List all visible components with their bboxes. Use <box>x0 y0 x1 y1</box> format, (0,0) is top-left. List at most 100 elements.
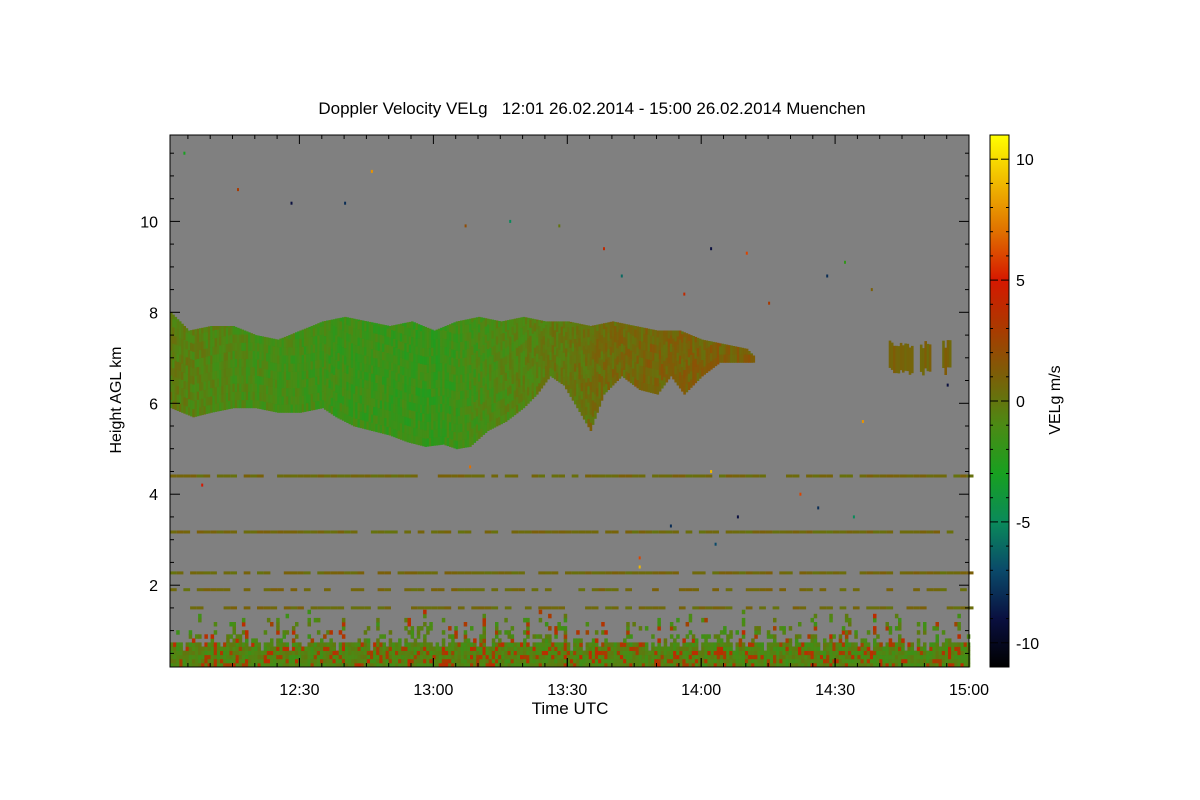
cloud-cell <box>319 400 323 409</box>
cloud-cell <box>614 341 617 351</box>
band-segment <box>350 588 358 592</box>
band-segment <box>457 606 465 610</box>
band-segment <box>504 474 512 478</box>
boundary-cell <box>907 642 911 647</box>
boundary-cell <box>848 646 852 651</box>
boundary-cell <box>526 646 530 651</box>
boundary-cell <box>326 630 330 635</box>
boundary-cell <box>704 642 708 647</box>
boundary-cell <box>410 630 415 635</box>
boundary-cell <box>707 642 711 647</box>
boundary-cell <box>541 650 546 656</box>
boundary-cell <box>626 626 630 631</box>
boundary-cell <box>819 658 824 664</box>
band-segment <box>906 530 914 534</box>
cloud-cell <box>283 338 287 348</box>
boundary-cell <box>948 658 952 664</box>
cloud-cell <box>437 354 441 364</box>
boundary-cell <box>741 609 746 615</box>
cloud-cell <box>698 338 702 346</box>
boundary-cell <box>479 658 483 664</box>
cloud-cell <box>319 375 323 385</box>
boundary-cell <box>863 650 868 656</box>
boundary-cell <box>585 654 590 660</box>
boundary-cell <box>782 650 786 656</box>
boundary-cell <box>832 642 836 647</box>
boundary-cell <box>585 646 590 651</box>
band-segment <box>457 588 465 592</box>
band-segment <box>350 474 358 478</box>
cloud-cell <box>241 350 244 360</box>
boundary-cell <box>732 654 736 660</box>
cloud-cell <box>178 386 182 396</box>
boundary-cell <box>479 650 483 656</box>
cloud-cell <box>431 347 434 356</box>
boundary-cell <box>854 646 858 651</box>
cloud-cell <box>339 394 343 404</box>
boundary-cell <box>694 638 699 643</box>
boundary-cell <box>510 634 515 639</box>
boundary-cell <box>441 617 446 623</box>
cloud-cell <box>607 332 610 341</box>
boundary-cell <box>541 642 546 647</box>
cloud-cell <box>270 386 273 395</box>
cloud-cell <box>480 346 483 356</box>
boundary-cell <box>682 654 686 660</box>
cloud-cell <box>185 381 189 390</box>
band-segment <box>558 474 565 478</box>
band-segment <box>618 474 626 478</box>
boundary-cell <box>851 642 855 647</box>
cloud-cell <box>283 346 287 356</box>
boundary-cell <box>932 646 936 651</box>
boundary-cell <box>898 650 902 656</box>
cloud-cell <box>277 396 280 405</box>
boundary-cell <box>416 634 421 639</box>
cloud-cell <box>473 377 477 386</box>
boundary-cell <box>301 646 305 651</box>
cloud-cell <box>544 349 548 358</box>
boundary-cell <box>513 646 518 651</box>
cloud-cell <box>656 386 660 395</box>
cloud-cell <box>257 391 260 401</box>
band-segment <box>605 474 612 478</box>
boundary-cell <box>410 658 415 664</box>
boundary-cell <box>251 642 255 647</box>
boundary-cell <box>616 650 621 656</box>
cloud-cell <box>368 340 372 349</box>
boundary-cell <box>632 622 636 627</box>
boundary-cell <box>919 650 924 656</box>
boundary-cell <box>648 658 652 664</box>
boundary-cell <box>679 658 683 664</box>
cloud-cell <box>460 390 463 400</box>
cloud-cell <box>355 393 358 403</box>
band-segment <box>652 588 659 592</box>
cloud-cell <box>453 322 456 326</box>
band-segment <box>283 606 291 610</box>
boundary-cell <box>320 658 324 664</box>
cloud-cell <box>404 334 407 344</box>
cloud-cell <box>627 324 631 333</box>
band-segment <box>933 588 940 592</box>
boundary-cell <box>654 650 658 656</box>
cloud-cell <box>656 336 660 346</box>
cloud-cell <box>424 326 427 333</box>
band-segment <box>498 571 505 575</box>
cloud-cell <box>339 370 343 379</box>
band-segment <box>585 571 592 575</box>
cloud-cell <box>536 319 539 321</box>
boundary-cell <box>241 658 246 664</box>
boundary-cell <box>501 654 505 660</box>
boundary-cell <box>220 646 224 651</box>
cloud-cell <box>473 368 477 378</box>
boundary-cell <box>482 634 486 639</box>
boundary-cell <box>616 646 621 651</box>
cloud-cell <box>241 334 244 343</box>
boundary-cell <box>379 634 383 639</box>
boundary-cell <box>619 642 624 647</box>
boundary-cell <box>170 642 174 647</box>
boundary-cell <box>466 658 471 664</box>
boundary-cell <box>904 654 908 660</box>
boundary-cell <box>232 642 236 647</box>
boundary-cell <box>816 642 821 647</box>
band-segment <box>330 474 338 478</box>
